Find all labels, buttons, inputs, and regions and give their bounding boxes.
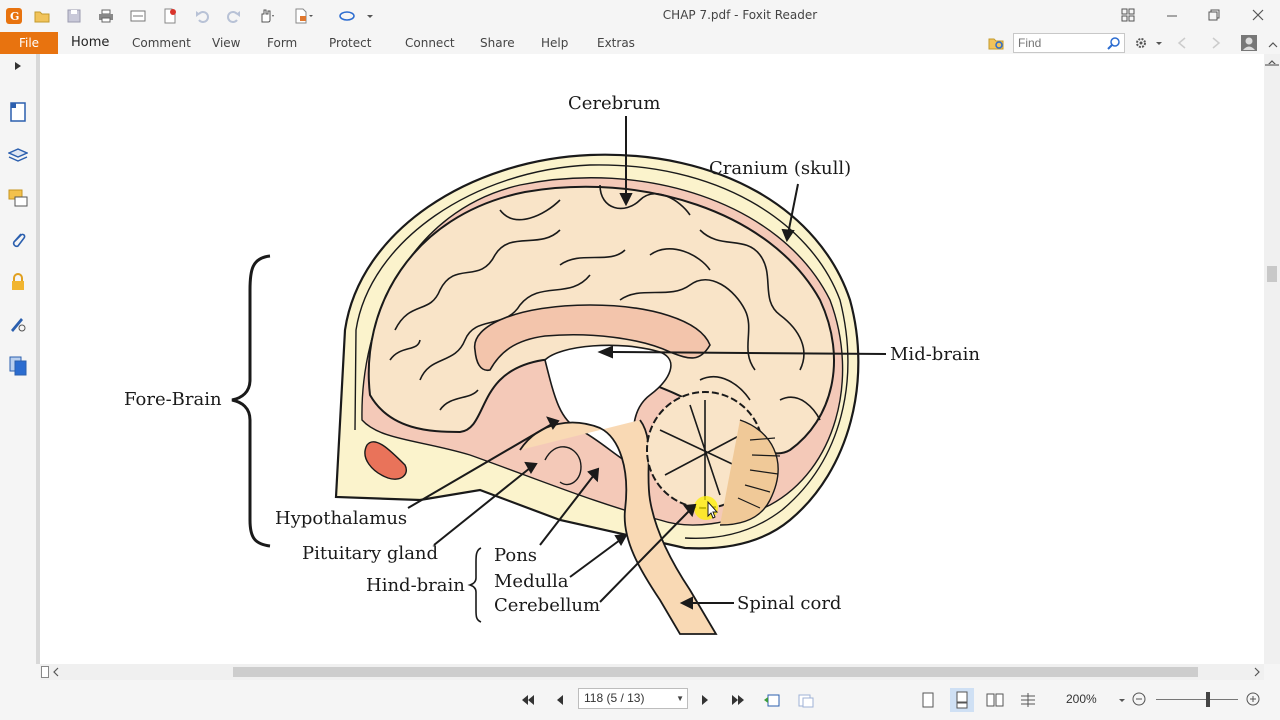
zoom-slider-track[interactable] xyxy=(1156,699,1238,700)
vertical-scrollbar[interactable] xyxy=(1264,54,1280,664)
comments-icon[interactable] xyxy=(6,186,30,210)
label-hind-brain: Hind-brain xyxy=(366,575,465,596)
fore-brain-brace xyxy=(231,254,271,548)
tab-comment[interactable]: Comment xyxy=(132,32,191,54)
medulla-pointer xyxy=(569,539,621,578)
tab-extras[interactable]: Extras xyxy=(597,32,635,54)
horizontal-scroll-thumb[interactable] xyxy=(233,667,1198,677)
label-cerebellum: Cerebellum xyxy=(494,595,600,616)
label-fore-brain: Fore-Brain xyxy=(124,389,222,410)
hind-brain-brace xyxy=(467,547,482,623)
label-cranium: Cranium (skull) xyxy=(709,158,851,179)
title-bar: G CHAP 7.pdf - Foxit Reader xyxy=(0,0,1280,32)
lock-icon[interactable] xyxy=(6,270,30,294)
last-page-icon[interactable] xyxy=(728,690,748,710)
split-handle[interactable] xyxy=(41,666,49,678)
tab-help[interactable]: Help xyxy=(541,32,568,54)
find-input[interactable] xyxy=(1014,34,1104,52)
pdf-page: Cerebrum Cranium (skull) Mid-brain Fore-… xyxy=(40,54,1264,664)
brain-diagram: Cerebrum Cranium (skull) Mid-brain Fore-… xyxy=(124,93,980,635)
next-view-icon[interactable] xyxy=(796,690,816,710)
scroll-up-icon[interactable] xyxy=(1267,56,1277,70)
hand-tool-icon[interactable] xyxy=(256,6,276,26)
redo-icon[interactable] xyxy=(224,6,244,26)
next-page-icon[interactable] xyxy=(695,690,715,710)
zoom-slider-thumb[interactable] xyxy=(1206,692,1210,707)
label-pons: Pons xyxy=(494,545,537,566)
undo-icon[interactable] xyxy=(192,6,212,26)
zoom-level[interactable]: 200% xyxy=(1066,692,1097,706)
minimize-button[interactable] xyxy=(1158,4,1186,26)
page-number-input[interactable]: 118 (5 / 13) ▼ xyxy=(578,688,688,709)
search-folder-icon[interactable] xyxy=(986,34,1006,52)
tab-protect[interactable]: Protect xyxy=(329,32,371,54)
previous-view-icon[interactable] xyxy=(762,690,782,710)
signature-icon[interactable] xyxy=(6,312,30,336)
first-page-icon[interactable] xyxy=(518,690,538,710)
pages-copy-icon[interactable] xyxy=(6,354,30,378)
attachments-icon[interactable] xyxy=(6,228,30,252)
previous-page-icon[interactable] xyxy=(550,690,570,710)
settings-dropdown-icon[interactable] xyxy=(1154,38,1164,52)
file-tab[interactable]: File xyxy=(0,32,58,54)
vertical-scroll-thumb[interactable] xyxy=(1267,266,1277,282)
svg-text:G: G xyxy=(10,10,19,23)
scroll-left-icon[interactable] xyxy=(52,666,60,681)
tab-connect[interactable]: Connect xyxy=(405,32,455,54)
ribbon-collapse-icon[interactable] xyxy=(1268,38,1278,52)
tab-form[interactable]: Form xyxy=(267,32,297,54)
navigation-panel xyxy=(0,54,36,664)
ribbon-tabs: File Home Comment View Form Protect Conn… xyxy=(0,32,1280,54)
save-icon[interactable] xyxy=(64,6,84,26)
gear-icon[interactable] xyxy=(1132,34,1150,52)
facing-view-icon[interactable] xyxy=(985,690,1005,710)
label-pituitary-gland: Pituitary gland xyxy=(302,543,438,564)
restore-button[interactable] xyxy=(1200,4,1228,26)
tab-home[interactable]: Home xyxy=(71,32,109,54)
zoom-dropdown-icon[interactable] xyxy=(1117,694,1127,708)
nav-back-icon[interactable] xyxy=(1176,36,1188,53)
continuous-view-icon[interactable] xyxy=(950,688,974,712)
close-button[interactable] xyxy=(1244,4,1272,26)
tab-share[interactable]: Share xyxy=(480,32,515,54)
label-hypothalamus: Hypothalamus xyxy=(275,508,407,529)
foxit-logo-icon[interactable]: G xyxy=(4,6,24,26)
page-tool-icon[interactable] xyxy=(294,6,314,26)
create-pdf-icon[interactable] xyxy=(160,6,180,26)
expand-panel-icon[interactable] xyxy=(13,60,23,74)
tab-view[interactable]: View xyxy=(212,32,240,54)
document-area: Cerebrum Cranium (skull) Mid-brain Fore-… xyxy=(40,54,1264,664)
page-thumbnails-icon[interactable] xyxy=(6,100,30,124)
zoom-out-icon[interactable] xyxy=(1132,692,1146,709)
scroll-right-icon[interactable] xyxy=(1253,666,1261,681)
page-number-value: 118 (5 / 13) xyxy=(584,691,645,705)
fullscreen-icon[interactable] xyxy=(1114,4,1142,26)
label-medulla: Medulla xyxy=(494,571,569,592)
status-bar: 118 (5 / 13) ▼ 200% xyxy=(0,680,1280,720)
label-mid-brain: Mid-brain xyxy=(890,344,980,365)
find-field[interactable] xyxy=(1013,33,1125,53)
nav-forward-icon[interactable] xyxy=(1210,36,1222,53)
search-icon[interactable] xyxy=(1107,36,1121,53)
scan-icon[interactable] xyxy=(128,6,148,26)
open-folder-icon[interactable] xyxy=(32,6,52,26)
page-dropdown-icon[interactable]: ▼ xyxy=(676,689,684,708)
print-icon[interactable] xyxy=(96,6,116,26)
layers-icon[interactable] xyxy=(6,144,30,168)
zoom-in-icon[interactable] xyxy=(1246,692,1260,709)
customize-dropdown-icon[interactable] xyxy=(360,6,380,26)
ellipse-tool-icon[interactable] xyxy=(338,6,358,26)
label-spinal-cord: Spinal cord xyxy=(737,593,841,614)
user-account-icon[interactable] xyxy=(1240,34,1258,55)
single-page-view-icon[interactable] xyxy=(918,690,938,710)
horizontal-scrollbar[interactable] xyxy=(40,664,1264,680)
continuous-facing-icon[interactable] xyxy=(1018,690,1038,710)
label-cerebrum: Cerebrum xyxy=(568,93,660,114)
